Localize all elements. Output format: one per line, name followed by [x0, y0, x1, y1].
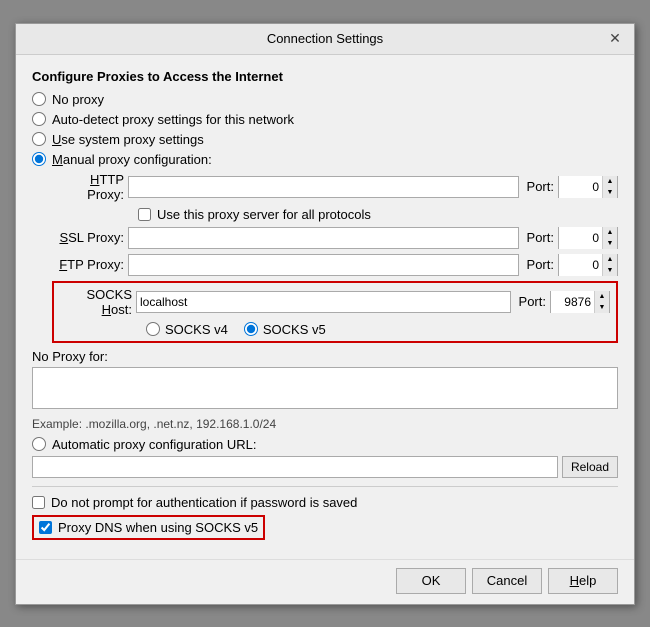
no-proxy-textarea[interactable] — [32, 367, 618, 409]
ssl-proxy-input[interactable] — [128, 227, 519, 249]
manual-proxy-label[interactable]: Manual proxy configuration: — [52, 152, 212, 167]
titlebar: Connection Settings ✕ — [16, 24, 634, 55]
no-proxy-option: No proxy — [32, 92, 618, 107]
system-proxy-label[interactable]: Use system proxy settings — [52, 132, 204, 147]
socks-host-row: SOCKS Host: Port: ▲ ▼ — [60, 287, 610, 317]
system-proxy-option: Use system proxy settings — [32, 132, 618, 147]
ssl-port-up[interactable]: ▲ — [603, 227, 617, 238]
dialog-title: Connection Settings — [44, 31, 606, 46]
http-port-down[interactable]: ▼ — [603, 187, 617, 198]
auto-detect-option: Auto-detect proxy settings for this netw… — [32, 112, 618, 127]
manual-proxy-option: Manual proxy configuration: — [32, 152, 618, 167]
ssl-port-wrap: ▲ ▼ — [558, 227, 618, 249]
auto-detect-label[interactable]: Auto-detect proxy settings for this netw… — [52, 112, 294, 127]
ok-button[interactable]: OK — [396, 568, 466, 594]
ssl-proxy-row: SSL Proxy: Port: ▲ ▼ — [52, 227, 618, 249]
proxy-dns-label[interactable]: Proxy DNS when using SOCKS v5 — [58, 520, 258, 535]
example-text: Example: .mozilla.org, .net.nz, 192.168.… — [32, 417, 618, 431]
socks-v5-option: SOCKS v5 — [244, 322, 326, 337]
close-button[interactable]: ✕ — [606, 30, 624, 48]
http-port-spinner: ▲ ▼ — [603, 176, 617, 198]
no-prompt-row: Do not prompt for authentication if pass… — [32, 495, 618, 510]
ftp-port-up[interactable]: ▲ — [603, 254, 617, 265]
no-proxy-radio[interactable] — [32, 92, 46, 106]
manual-proxy-fields: HTTP Proxy: Port: ▲ ▼ Use this proxy ser… — [52, 172, 618, 343]
http-port-label: Port: — [527, 179, 554, 194]
ftp-port-input[interactable] — [559, 254, 603, 276]
ftp-port-spinner: ▲ ▼ — [603, 254, 617, 276]
socks-port-spinner: ▲ ▼ — [595, 291, 609, 313]
proxy-dns-row: Proxy DNS when using SOCKS v5 — [32, 515, 265, 540]
auto-proxy-url-input[interactable] — [32, 456, 558, 478]
socks-port-label: Port: — [519, 294, 546, 309]
ssl-proxy-label: SSL Proxy: — [52, 230, 124, 245]
no-prompt-checkbox[interactable] — [32, 496, 45, 509]
auto-proxy-config-row: Automatic proxy configuration URL: — [32, 437, 618, 452]
button-row: OK Cancel Help — [16, 559, 634, 604]
ftp-port-wrap: ▲ ▼ — [558, 254, 618, 276]
auto-detect-radio[interactable] — [32, 112, 46, 126]
socks-host-input[interactable] — [136, 291, 511, 313]
no-prompt-label[interactable]: Do not prompt for authentication if pass… — [51, 495, 357, 510]
bottom-checkboxes: Do not prompt for authentication if pass… — [32, 495, 618, 540]
all-protocols-label[interactable]: Use this proxy server for all protocols — [157, 207, 371, 222]
proxy-dns-checkbox[interactable] — [39, 521, 52, 534]
ssl-port-down[interactable]: ▼ — [603, 238, 617, 249]
socks-port-input[interactable] — [551, 291, 595, 313]
socks-section: SOCKS Host: Port: ▲ ▼ SOCKS v4 — [52, 281, 618, 343]
http-proxy-label: HTTP Proxy: — [52, 172, 124, 202]
ftp-proxy-label: FTP Proxy: — [52, 257, 124, 272]
http-port-up[interactable]: ▲ — [603, 176, 617, 187]
http-port-input[interactable] — [559, 176, 603, 198]
connection-settings-dialog: Connection Settings ✕ Configure Proxies … — [15, 23, 635, 605]
auto-proxy-label[interactable]: Automatic proxy configuration URL: — [52, 437, 256, 452]
socks-v4-radio[interactable] — [146, 322, 160, 336]
ftp-port-down[interactable]: ▼ — [603, 265, 617, 276]
ftp-proxy-input[interactable] — [128, 254, 519, 276]
divider — [32, 486, 618, 487]
help-button[interactable]: Help — [548, 568, 618, 594]
http-proxy-input[interactable] — [128, 176, 519, 198]
socks-host-label: SOCKS Host: — [60, 287, 132, 317]
ftp-port-label: Port: — [527, 257, 554, 272]
socks-port-wrap: ▲ ▼ — [550, 291, 610, 313]
no-proxy-for-section: No Proxy for: — [32, 349, 618, 417]
manual-proxy-radio[interactable] — [32, 152, 46, 166]
socks-v4-label[interactable]: SOCKS v4 — [165, 322, 228, 337]
auto-proxy-radio[interactable] — [32, 437, 46, 451]
system-proxy-radio[interactable] — [32, 132, 46, 146]
ssl-port-input[interactable] — [559, 227, 603, 249]
ssl-port-spinner: ▲ ▼ — [603, 227, 617, 249]
socks-v4-option: SOCKS v4 — [146, 322, 228, 337]
ftp-proxy-row: FTP Proxy: Port: ▲ ▼ — [52, 254, 618, 276]
all-protocols-row: Use this proxy server for all protocols — [138, 207, 618, 222]
socks-v5-label[interactable]: SOCKS v5 — [263, 322, 326, 337]
http-proxy-row: HTTP Proxy: Port: ▲ ▼ — [52, 172, 618, 202]
reload-button[interactable]: Reload — [562, 456, 618, 478]
no-proxy-label[interactable]: No proxy — [52, 92, 104, 107]
http-port-wrap: ▲ ▼ — [558, 176, 618, 198]
section-title: Configure Proxies to Access the Internet — [32, 69, 618, 84]
auto-proxy-input-row: Reload — [32, 456, 618, 478]
socks-v5-radio[interactable] — [244, 322, 258, 336]
all-protocols-checkbox[interactable] — [138, 208, 151, 221]
cancel-button[interactable]: Cancel — [472, 568, 542, 594]
ssl-port-label: Port: — [527, 230, 554, 245]
socks-version-row: SOCKS v4 SOCKS v5 — [146, 322, 610, 337]
socks-port-up[interactable]: ▲ — [595, 291, 609, 302]
dialog-content: Configure Proxies to Access the Internet… — [16, 55, 634, 555]
no-proxy-for-label: No Proxy for: — [32, 349, 618, 364]
socks-port-down[interactable]: ▼ — [595, 302, 609, 313]
